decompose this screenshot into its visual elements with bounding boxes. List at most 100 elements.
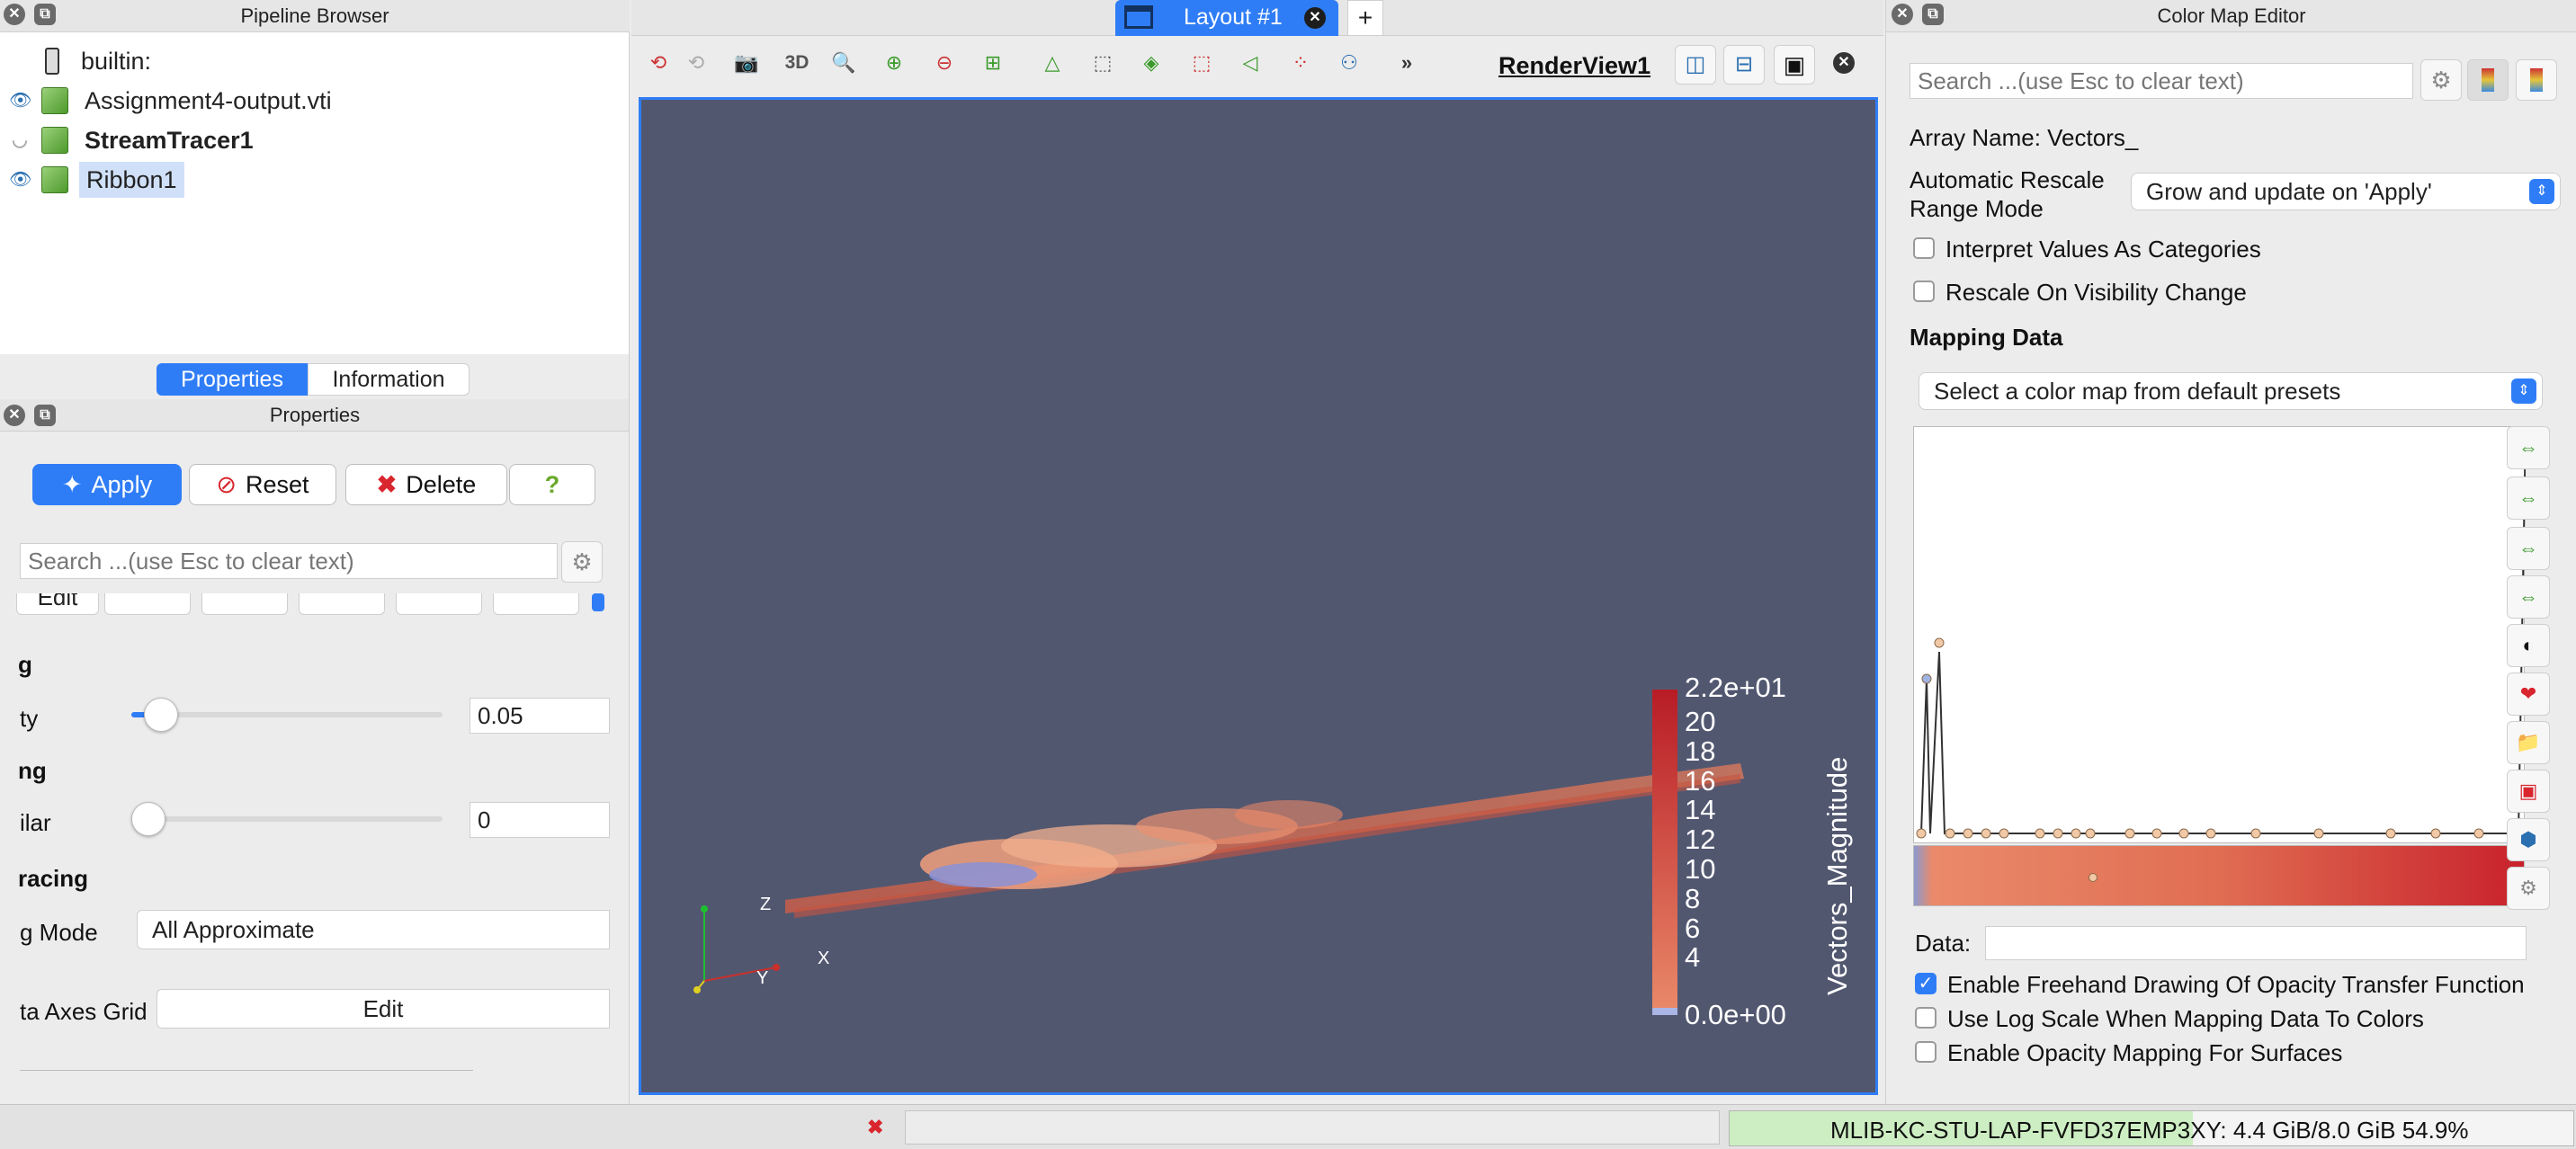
color-legend-toggle-icon[interactable]	[2467, 59, 2509, 101]
undock-icon[interactable]: ⧉	[1922, 4, 1944, 25]
status-close-icon[interactable]: ✖	[867, 1116, 883, 1139]
angular-value-input[interactable]: 0	[470, 802, 610, 838]
rescale-button[interactable]	[201, 593, 288, 615]
log-scale-checkbox[interactable]	[1915, 1007, 1936, 1029]
select-points-icon[interactable]: ⬚	[1184, 45, 1220, 81]
zoom-closest-icon[interactable]: ⊞	[975, 45, 1011, 81]
angular-slider[interactable]	[131, 802, 443, 836]
tab-properties[interactable]: Properties	[157, 363, 308, 396]
pipeline-item-label: builtin:	[81, 48, 152, 75]
add-label: +	[1357, 4, 1373, 31]
favorites-button[interactable]	[493, 593, 579, 615]
color-control-point[interactable]	[2089, 873, 2097, 882]
render-view[interactable]: Z X Y 2.2e+01 20 18 16 14 12 10 8 6 4 0.…	[639, 97, 1878, 1095]
opacity-mapping-checkbox[interactable]	[1915, 1041, 1936, 1063]
reset-camera-closest-icon[interactable]: ⟲	[678, 45, 714, 81]
pipeline-item-ribbon1[interactable]: 👁 Ribbon1	[9, 162, 184, 198]
choose-preset-button[interactable]	[104, 593, 191, 615]
interactive-select-icon[interactable]: ⚇	[1331, 45, 1367, 81]
rescale-to-data-range-icon[interactable]: ⇔	[2507, 426, 2550, 469]
rescale-custom-range-icon[interactable]: ⇔	[2507, 477, 2550, 520]
choose-preset-icon[interactable]: ❤	[2507, 672, 2550, 716]
tab-layout-1[interactable]: Layout #1 ✕	[1115, 0, 1338, 36]
axes-grid-edit-button[interactable]: Edit	[157, 989, 610, 1029]
pipeline-item-assignment4[interactable]: 👁 Assignment4-output.vti	[9, 83, 332, 119]
delete-button[interactable]: ✖ Delete	[345, 464, 507, 505]
rescale-temporal-range-icon[interactable]: ⇔	[2507, 527, 2550, 570]
rescale-mode-value: Grow and update on 'Apply'	[2146, 178, 2432, 205]
eye-icon[interactable]: 👁	[9, 162, 31, 198]
split-vertical-icon[interactable]: ⊟	[1723, 45, 1765, 85]
data-value-field[interactable]	[1985, 926, 2527, 960]
reset-camera-icon[interactable]: ⟲	[640, 45, 676, 81]
edit-legend-icon[interactable]	[2516, 59, 2557, 101]
cme-search-input[interactable]: Search ...(use Esc to clear text)	[1910, 63, 2413, 99]
zoom-out-icon[interactable]: ⊖	[926, 45, 962, 81]
rescale-mode-select[interactable]: Grow and update on 'Apply' ⇕	[2131, 173, 2561, 210]
close-icon[interactable]: ✕	[4, 405, 25, 426]
select-blocks-icon[interactable]: ⁘	[1283, 45, 1319, 81]
capture-icon[interactable]: 📷	[729, 45, 765, 81]
undock-icon[interactable]: ⧉	[34, 405, 56, 426]
select-cells-icon[interactable]: ◈	[1133, 45, 1169, 81]
edit-button[interactable]: Edit	[16, 593, 99, 615]
dataset-cube-icon	[41, 166, 68, 193]
select-surface-points-icon[interactable]: △	[1034, 45, 1070, 81]
split-horizontal-icon[interactable]: ◫	[1675, 45, 1716, 85]
zoom-in-icon[interactable]: ⊕	[876, 45, 912, 81]
save-preset-icon[interactable]: 📁	[2507, 721, 2550, 764]
tracing-mode-select[interactable]: All Approximate	[137, 910, 610, 949]
pipeline-item-builtin[interactable]: builtin:	[45, 43, 151, 79]
angular-slider-handle[interactable]	[131, 802, 165, 836]
opacity-value-input[interactable]: 0.05	[470, 698, 610, 734]
gear-icon[interactable]: ⚙	[2420, 59, 2462, 101]
apply-button[interactable]: ✦ Apply	[32, 464, 182, 505]
close-icon[interactable]: ✕	[4, 4, 25, 25]
legend-swatch	[2482, 68, 2494, 92]
color-function-editor[interactable]	[1913, 845, 2525, 906]
eye-icon[interactable]: 👁	[9, 83, 31, 119]
invert-transfer-function-icon[interactable]: ◐	[2507, 624, 2550, 667]
data-histogram-icon[interactable]: ⬢	[2507, 818, 2550, 861]
colorbar-title: Vectors_Magnitude	[1821, 690, 1857, 995]
advanced-settings-icon[interactable]: ⚙	[2507, 867, 2550, 910]
pipeline-item-streamtracer[interactable]: ◡ StreamTracer1	[9, 122, 254, 158]
eye-closed-icon[interactable]: ◡	[9, 122, 31, 158]
apply-icon: ✦	[61, 470, 83, 498]
close-icon[interactable]: ✕	[1892, 4, 1913, 25]
reset-button[interactable]: ⊘ Reset	[189, 464, 336, 505]
undock-icon[interactable]: ⧉	[34, 4, 56, 25]
color-swatch-icon[interactable]: ▣	[2507, 770, 2550, 813]
tab-information[interactable]: Information	[308, 363, 470, 396]
close-tab-icon[interactable]: ✕	[1304, 7, 1326, 29]
properties-search-input[interactable]: Search ...(use Esc to clear text)	[20, 543, 558, 579]
preset-select[interactable]: Select a color map from default presets …	[1919, 372, 2543, 410]
interpret-categories-checkbox[interactable]	[1913, 237, 1935, 259]
colorbar-tick: 6	[1685, 913, 1701, 944]
select-points-frustum-icon[interactable]: ⬚	[1085, 45, 1121, 81]
maximize-icon[interactable]: ▣	[1774, 45, 1815, 85]
help-button[interactable]: ?	[509, 464, 595, 505]
tracing-mode-value: All Approximate	[152, 916, 315, 943]
opacity-mapping-label: Enable Opacity Mapping For Surfaces	[1947, 1039, 2343, 1066]
opacity-function-editor[interactable]	[1913, 426, 2526, 843]
toggle-3d-button[interactable]: 3D	[779, 45, 815, 81]
properties-titlebar: Properties	[0, 399, 629, 432]
opacity-slider-handle[interactable]	[144, 698, 178, 732]
rescale-visibility-checkbox[interactable]	[1913, 281, 1935, 302]
freehand-checkbox[interactable]: ✓	[1915, 973, 1936, 994]
colorbar-tick: 18	[1685, 735, 1716, 767]
close-view-icon[interactable]: ✕	[1833, 52, 1855, 74]
more-tools-icon[interactable]: »	[1389, 45, 1425, 81]
colorbar-tick: 0.0e+00	[1685, 999, 1786, 1030]
opacity-slider[interactable]	[131, 698, 443, 732]
gear-icon[interactable]: ⚙	[561, 541, 603, 583]
search-placeholder: Search ...(use Esc to clear text)	[28, 548, 354, 574]
rescale-visible-range-icon[interactable]: ⇔	[2507, 575, 2550, 619]
zoom-to-data-icon[interactable]: 🔍	[826, 45, 862, 81]
rescale-temporal-button[interactable]	[396, 593, 482, 615]
rescale-custom-button[interactable]	[299, 593, 385, 615]
add-layout-button[interactable]: +	[1347, 0, 1383, 36]
array-name-label: Array Name: Vectors_	[1910, 124, 2139, 151]
select-polygon-icon[interactable]: ◁	[1232, 45, 1268, 81]
